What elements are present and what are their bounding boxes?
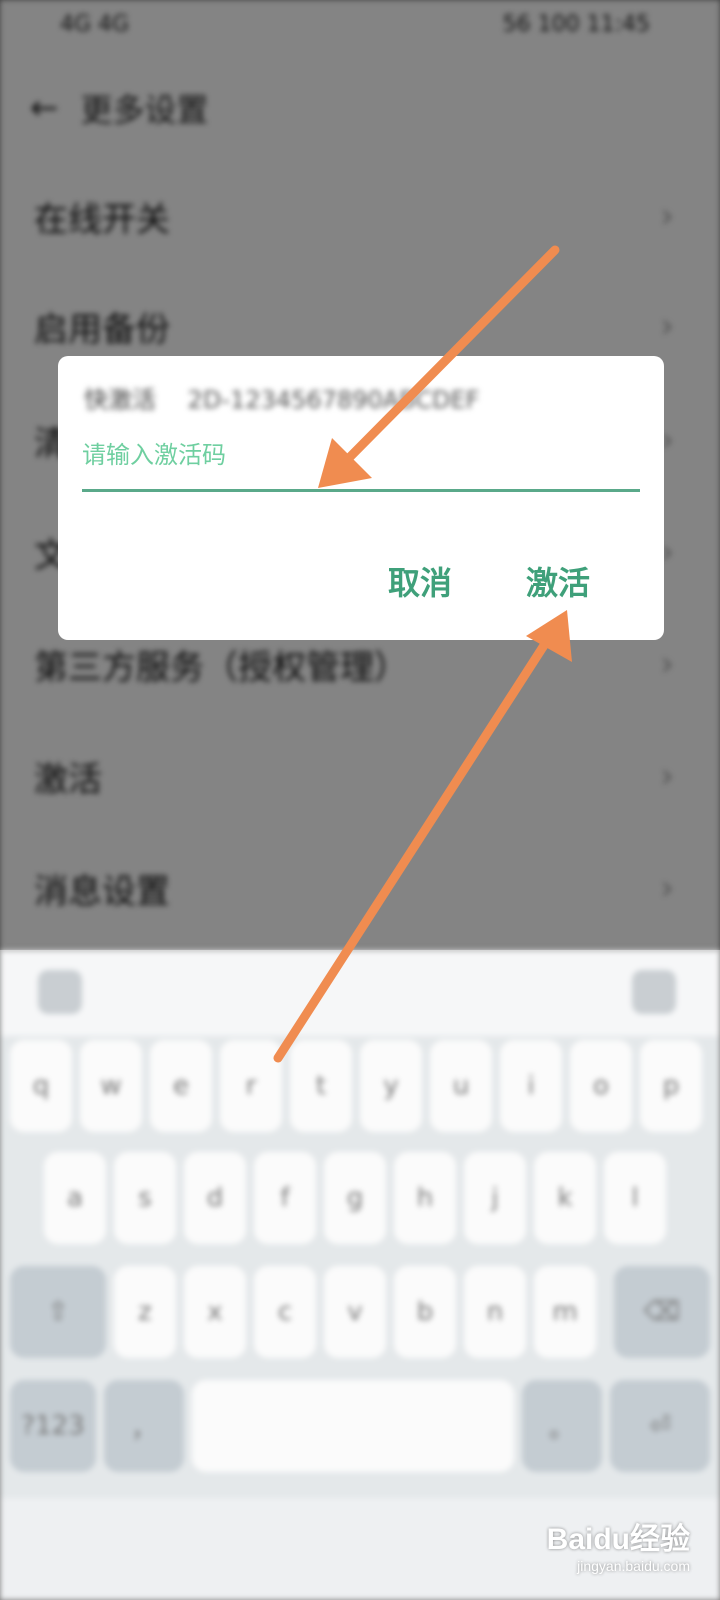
key-f[interactable]: f bbox=[254, 1152, 316, 1244]
key-s[interactable]: s bbox=[114, 1152, 176, 1244]
space-key[interactable] bbox=[192, 1380, 514, 1472]
activation-dialog: 快激活 2D-1234567890ABCDEF 取消 激活 bbox=[58, 356, 664, 640]
key-y[interactable]: y bbox=[360, 1040, 422, 1132]
activation-code-input[interactable] bbox=[82, 420, 640, 492]
key-c[interactable]: c bbox=[254, 1266, 316, 1358]
key-p[interactable]: p bbox=[640, 1040, 702, 1132]
shift-key[interactable]: ⇧ bbox=[10, 1266, 106, 1358]
keyboard-hide-icon[interactable] bbox=[632, 970, 676, 1014]
key-b[interactable]: b bbox=[394, 1266, 456, 1358]
period-key[interactable]: 。 bbox=[522, 1380, 602, 1472]
key-v[interactable]: v bbox=[324, 1266, 386, 1358]
key-j[interactable]: j bbox=[464, 1152, 526, 1244]
key-r[interactable]: r bbox=[220, 1040, 282, 1132]
dialog-title-text: 快激活 bbox=[84, 386, 156, 414]
key-u[interactable]: u bbox=[430, 1040, 492, 1132]
key-d[interactable]: d bbox=[184, 1152, 246, 1244]
watermark-logo-text: Baidu经验 bbox=[546, 1523, 690, 1556]
keyboard-menu-icon[interactable] bbox=[38, 970, 82, 1014]
key-w[interactable]: w bbox=[80, 1040, 142, 1132]
enter-key[interactable]: ⏎ bbox=[610, 1380, 710, 1472]
key-e[interactable]: e bbox=[150, 1040, 212, 1132]
dialog-title: 快激活 2D-1234567890ABCDEF bbox=[84, 380, 479, 415]
key-h[interactable]: h bbox=[394, 1152, 456, 1244]
key-l[interactable]: l bbox=[604, 1152, 666, 1244]
key-g[interactable]: g bbox=[324, 1152, 386, 1244]
soft-keyboard: q w e r t y u i o p a s d f g h j k l ⇧ … bbox=[0, 950, 720, 1600]
activate-button[interactable]: 激活 bbox=[526, 558, 590, 604]
number-switch-key[interactable]: ?123 bbox=[10, 1380, 96, 1472]
cancel-button[interactable]: 取消 bbox=[388, 558, 452, 604]
backspace-key[interactable]: ⌫ bbox=[614, 1266, 710, 1358]
key-n[interactable]: n bbox=[464, 1266, 526, 1358]
watermark-url: jingyan.baidu.com bbox=[577, 1558, 690, 1574]
key-k[interactable]: k bbox=[534, 1152, 596, 1244]
key-x[interactable]: x bbox=[184, 1266, 246, 1358]
key-i[interactable]: i bbox=[500, 1040, 562, 1132]
baidu-watermark: Baidu经验 jingyan.baidu.com bbox=[547, 1514, 690, 1574]
keyboard-toolbar bbox=[0, 950, 720, 1036]
key-t[interactable]: t bbox=[290, 1040, 352, 1132]
key-m[interactable]: m bbox=[534, 1266, 596, 1358]
key-q[interactable]: q bbox=[10, 1040, 72, 1132]
dialog-device-id: 2D-1234567890ABCDEF bbox=[187, 386, 480, 414]
key-o[interactable]: o bbox=[570, 1040, 632, 1132]
key-a[interactable]: a bbox=[44, 1152, 106, 1244]
comma-key[interactable]: ， bbox=[104, 1380, 184, 1472]
key-z[interactable]: z bbox=[114, 1266, 176, 1358]
